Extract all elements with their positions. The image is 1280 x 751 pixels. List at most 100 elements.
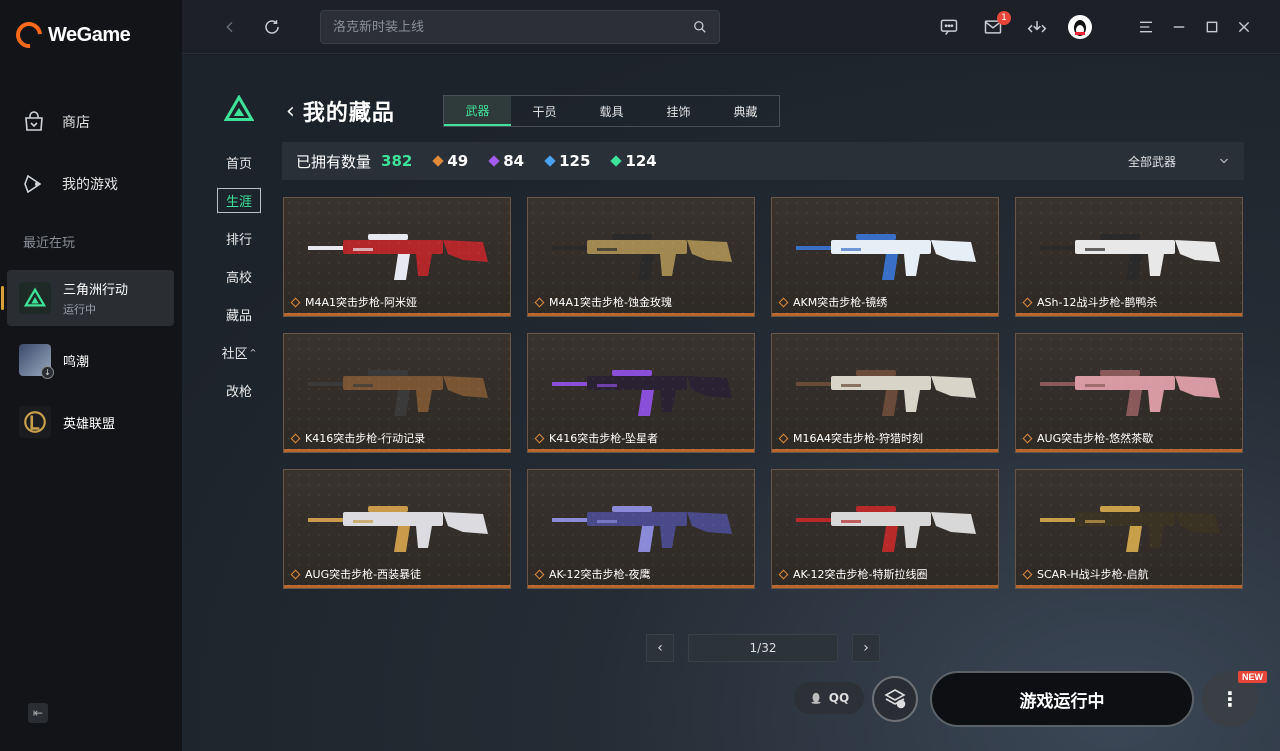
- owned-count-total: 382: [381, 152, 413, 170]
- weapon-card[interactable]: AUG突击步枪-悠然茶歇: [1015, 333, 1243, 453]
- collapse-sidebar-button[interactable]: ⇤: [28, 703, 48, 723]
- rarity-diamond-icon: [1022, 297, 1033, 307]
- tab-vehicles[interactable]: 载具: [578, 96, 645, 126]
- back-button[interactable]: [218, 15, 242, 39]
- chevron-left-icon: [226, 21, 233, 33]
- download-cloud-icon: [1027, 21, 1047, 33]
- weapon-card[interactable]: M16A4突击步枪-狩猎时刻: [771, 333, 999, 453]
- delta-force-icon: [19, 282, 51, 314]
- weapon-name: AUG突击步枪-悠然茶歇: [1022, 430, 1153, 446]
- more-vertical-icon: ⋮: [1220, 687, 1240, 711]
- search-input[interactable]: [333, 19, 693, 35]
- layers-button[interactable]: [872, 676, 918, 722]
- stats-bar: 已拥有数量 382 49 84 125 124 全部武器: [282, 142, 1244, 180]
- shop-bag-icon: [25, 111, 43, 131]
- weapon-card[interactable]: K416突击步枪-坠星者: [527, 333, 755, 453]
- page-header: ‹ 我的藏品: [286, 95, 395, 127]
- weapon-image: [552, 506, 732, 552]
- back-chevron-icon[interactable]: ‹: [286, 99, 295, 124]
- prev-page-button[interactable]: ‹: [646, 634, 674, 662]
- subnav-career[interactable]: 生涯: [216, 181, 262, 219]
- weapon-name: AK-12突击步枪-夜鹰: [534, 566, 651, 582]
- subnav-community[interactable]: 社区 ^: [216, 333, 262, 371]
- weapon-name: ASh-12战斗步枪-鹊鸭杀: [1022, 294, 1157, 310]
- nav-shop[interactable]: 商店: [22, 110, 90, 134]
- mail-button[interactable]: 1: [981, 11, 1011, 39]
- weapon-image: [308, 506, 488, 552]
- rarity-diamond-icon: [544, 155, 556, 167]
- rarity-diamond-icon: [290, 297, 301, 307]
- next-page-button[interactable]: ›: [852, 634, 880, 662]
- chevron-left-icon: ‹: [657, 640, 663, 656]
- launch-game-button[interactable]: 游戏运行中: [930, 671, 1194, 727]
- game-name: 鸣潮: [63, 354, 90, 370]
- game-status: 运行中: [63, 303, 96, 316]
- recent-game-wuthering-waves[interactable]: ↓ 鸣潮: [7, 332, 174, 388]
- qq-button[interactable]: QQ: [794, 682, 864, 714]
- refresh-button[interactable]: [260, 15, 284, 39]
- menu-button[interactable]: [1134, 15, 1158, 39]
- rarity-diamond-icon: [290, 433, 301, 443]
- weapon-card[interactable]: SCAR-H战斗步枪-启航: [1015, 469, 1243, 589]
- subnav-college[interactable]: 高校: [216, 257, 262, 295]
- rarity-diamond-icon: [432, 155, 444, 167]
- weapon-name: M4A1突击步枪-蚀金玫瑰: [534, 294, 672, 310]
- weapon-card[interactable]: M4A1突击步枪-蚀金玫瑰: [527, 197, 755, 317]
- rarity-diamond-icon: [534, 433, 545, 443]
- rarity-diamond-icon: [778, 433, 789, 443]
- weapon-name: K416突击步枪-行动记录: [290, 430, 425, 446]
- rarity-strip: [528, 585, 754, 588]
- tab-weapons[interactable]: 武器: [444, 96, 511, 126]
- recent-game-league[interactable]: 英雄联盟: [7, 394, 174, 450]
- maximize-icon: [1206, 21, 1218, 33]
- nav-shop-label: 商店: [62, 115, 90, 131]
- wegame-logo[interactable]: WeGame: [10, 16, 131, 54]
- app-sidebar: WeGame 商店 我的游戏 最近在玩 三角洲行动 运行中 ↓ 鸣潮 英雄联盟 …: [0, 0, 182, 751]
- close-icon: [1238, 21, 1250, 33]
- subnav-home[interactable]: 首页: [216, 143, 262, 181]
- weapon-image: [796, 370, 976, 416]
- user-avatar-button[interactable]: [1068, 15, 1092, 39]
- delta-force-logo-icon: [223, 94, 255, 127]
- chat-button[interactable]: [937, 15, 961, 39]
- rarity-count-orange: 49: [432, 152, 468, 170]
- weapon-image: [552, 234, 732, 280]
- weapon-card[interactable]: AKM突击步枪-镜绣: [771, 197, 999, 317]
- rarity-diamond-icon: [778, 569, 789, 579]
- weapon-card[interactable]: AK-12突击步枪-特斯拉线圈: [771, 469, 999, 589]
- rarity-strip: [284, 449, 510, 452]
- weapon-name: M16A4突击步枪-狩猎时刻: [778, 430, 923, 446]
- rarity-strip: [284, 585, 510, 588]
- weapon-image: [796, 506, 976, 552]
- rarity-diamond-icon: [290, 569, 301, 579]
- chevron-right-icon: ›: [863, 640, 869, 656]
- subnav-collection[interactable]: 藏品: [216, 295, 262, 333]
- search-icon[interactable]: [693, 20, 707, 34]
- weapon-card[interactable]: AK-12突击步枪-夜鹰: [527, 469, 755, 589]
- weapon-card[interactable]: K416突击步枪-行动记录: [283, 333, 511, 453]
- subnav-gunsmith[interactable]: 改枪: [216, 371, 262, 409]
- close-button[interactable]: [1232, 15, 1256, 39]
- weapon-image: [308, 370, 488, 416]
- rarity-diamond-icon: [778, 297, 789, 307]
- tab-collectibles[interactable]: 典藏: [712, 96, 779, 126]
- rarity-strip: [528, 313, 754, 316]
- gamepad-icon: [24, 174, 42, 194]
- download-manager-button[interactable]: [1025, 15, 1049, 39]
- minimize-icon: [1173, 26, 1185, 28]
- tab-charms[interactable]: 挂饰: [645, 96, 712, 126]
- subnav-ranking[interactable]: 排行: [216, 219, 262, 257]
- weapon-card[interactable]: AUG突击步枪-西装暴徒: [283, 469, 511, 589]
- tab-operators[interactable]: 干员: [511, 96, 578, 126]
- recent-game-delta-force[interactable]: 三角洲行动 运行中: [1, 270, 174, 326]
- rarity-count-green: 124: [610, 152, 657, 170]
- minimize-button[interactable]: [1167, 15, 1191, 39]
- weapon-card[interactable]: ASh-12战斗步枪-鹊鸭杀: [1015, 197, 1243, 317]
- weapon-filter-dropdown[interactable]: 全部武器: [1128, 142, 1230, 180]
- new-badge: NEW: [1238, 671, 1267, 683]
- weapon-name: K416突击步枪-坠星者: [534, 430, 658, 446]
- maximize-button[interactable]: [1200, 15, 1224, 39]
- weapon-card[interactable]: M4A1突击步枪-阿米娅: [283, 197, 511, 317]
- nav-my-games[interactable]: 我的游戏: [22, 172, 118, 196]
- menu-icon: [1140, 21, 1152, 33]
